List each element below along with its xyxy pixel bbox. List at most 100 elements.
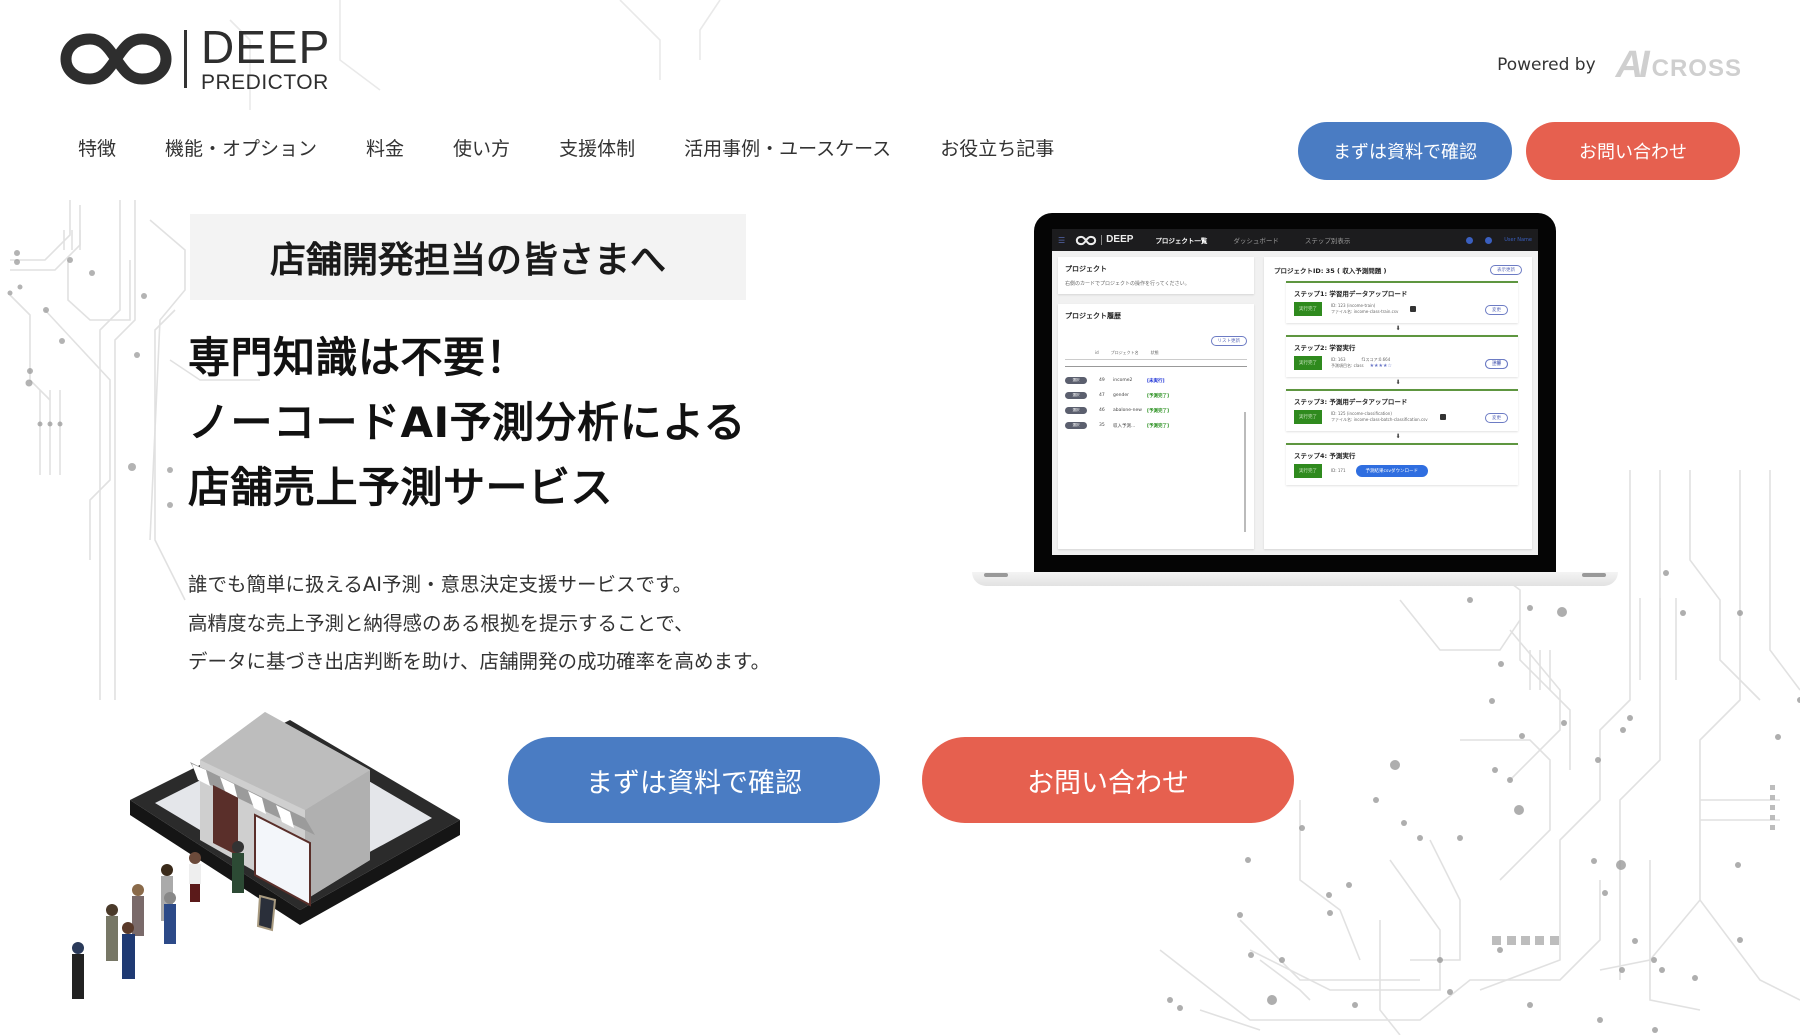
project-card: プロジェクト 右側のカードでプロジェクトの操作を行ってください。	[1058, 257, 1254, 294]
description-line-1: 誰でも簡単に扱えるAI予測・意思決定支援サービスです。	[188, 573, 693, 596]
logo-deep-text: DEEP	[201, 21, 331, 73]
app-tab-projects: プロジェクト一覧	[1155, 237, 1208, 245]
step-action-button: 上書	[1485, 359, 1508, 369]
select-button: 選択	[1065, 392, 1087, 399]
hero-docs-button[interactable]: まずは資料で確認	[508, 737, 880, 823]
row-status: [予測完了]	[1147, 423, 1170, 429]
step-meta: 予測項目名: class	[1331, 363, 1364, 368]
app-navbar: ☰ DEEP プロジェクト一覧 ダッシュボード ステップ別表示 User Nam…	[1052, 229, 1538, 251]
nav-use-cases[interactable]: 活用事例・ユースケース	[684, 134, 891, 161]
nav-features[interactable]: 特徴	[78, 134, 116, 161]
down-arrow-icon: ⬇	[1395, 433, 1401, 440]
step-title: ステップ1: 学習用データアップロード	[1294, 290, 1408, 298]
project-detail: プロジェクトID: 35 ( 収入予測問題 ) 表示更新 ステップ1: 学習用デ…	[1264, 257, 1532, 549]
app-user-name: User Name	[1504, 237, 1532, 243]
main-nav: 特徴 機能・オプション 料金 使い方 支援体制 活用事例・ユースケース お役立ち…	[78, 134, 1103, 161]
history-refresh-button: リスト更新	[1210, 336, 1247, 346]
headline-line-1: 専門知識は不要！	[188, 333, 529, 382]
down-arrow-icon: ⬇	[1395, 379, 1401, 386]
tagline-box: 店舗開発担当の皆さまへ	[190, 214, 746, 300]
app-logo-text: DEEP	[1101, 235, 1133, 245]
help-icon	[1466, 236, 1474, 244]
history-row: 選択 47 gender [予測完了]	[1065, 388, 1247, 403]
app-tab-dashboard: ダッシュボード	[1233, 237, 1279, 245]
step-card: ステップ1: 学習用データアップロード 実行完了 ID: 123 (income…	[1286, 281, 1518, 323]
hero-tagline: 店舗開発担当の皆さまへ	[269, 240, 666, 281]
infinity-logo-icon	[1075, 235, 1097, 245]
history-row: 選択 35 収入予測... [予測完了]	[1065, 418, 1247, 433]
headline-line-3: 店舗売上予測サービス	[188, 463, 614, 512]
nav-support[interactable]: 支援体制	[559, 134, 635, 161]
step-meta: ID: 171	[1331, 468, 1346, 473]
nav-functions-options[interactable]: 機能・オプション	[165, 134, 317, 161]
row-id: 47	[1099, 393, 1105, 398]
project-detail-title: プロジェクトID: 35 ( 収入予測問題 )	[1274, 267, 1387, 275]
hero-contact-button[interactable]: お問い合わせ	[922, 737, 1294, 823]
project-history-card: プロジェクト履歴 リスト更新 id プロジェクト名 状態 選択 49 incom…	[1058, 304, 1254, 549]
step-title: ステップ4: 予測実行	[1294, 452, 1356, 460]
powered-by-label: Powered by	[1497, 55, 1596, 75]
select-button: 選択	[1065, 422, 1087, 429]
laptop-mockup: ☰ DEEP プロジェクト一覧 ダッシュボード ステップ別表示 User Nam…	[1034, 213, 1556, 573]
description-line-2: 高精度な売上予測と納得感のある根拠を提示することで、	[188, 611, 694, 635]
header-docs-button[interactable]: まずは資料で確認	[1298, 122, 1512, 180]
select-button: 選択	[1065, 407, 1087, 414]
logo-predictor-text: PREDICTOR	[201, 71, 329, 94]
nav-articles[interactable]: お役立ち記事	[940, 134, 1054, 161]
row-id: 35	[1099, 423, 1105, 428]
step-card: ステップ4: 予測実行 実行完了 ID: 171 予測結果csvダウンロード	[1286, 443, 1518, 485]
row-name: 収入予測...	[1113, 423, 1136, 429]
select-button: 選択	[1065, 377, 1087, 384]
col-status: 状態	[1150, 350, 1159, 355]
aicross-logo[interactable]: AI CROSS	[1616, 46, 1742, 84]
description-line-3: データに基づき出店判断を助け、店舗開発の成功確率を高めます。	[188, 650, 771, 673]
nav-how-to-use[interactable]: 使い方	[453, 134, 510, 161]
col-project-name: プロジェクト名	[1110, 350, 1139, 355]
row-status: [予測完了]	[1147, 393, 1170, 399]
search-icon	[1439, 414, 1446, 420]
app-logo: DEEP	[1075, 235, 1133, 246]
laptop-base	[972, 572, 1618, 586]
step-status-badge: 実行完了	[1294, 464, 1322, 478]
aicross-cross-text: CROSS	[1651, 55, 1742, 83]
search-icon	[1410, 306, 1417, 312]
history-row: 選択 46 abalone-new [予測完了]	[1065, 403, 1247, 418]
row-name: abalone-new	[1113, 408, 1142, 413]
history-title: プロジェクト履歴	[1065, 312, 1121, 320]
powered-by: Powered by AI CROSS	[1497, 46, 1742, 84]
signboard	[256, 894, 277, 932]
logo-divider	[184, 29, 187, 88]
step-meta: ファイル名: income-class-batch-classification…	[1331, 417, 1428, 422]
app-tab-steps: ステップ別表示	[1304, 237, 1351, 245]
step-meta: ファイル名: income-class-train.csv	[1331, 309, 1399, 314]
col-id: id	[1095, 350, 1099, 355]
step-card: ステップ3: 予測用データアップロード 実行完了 ID: 125 (income…	[1286, 389, 1518, 431]
app-screenshot: ☰ DEEP プロジェクト一覧 ダッシュボード ステップ別表示 User Nam…	[1052, 229, 1538, 555]
down-arrow-icon: ⬇	[1395, 325, 1401, 332]
hero-description: 誰でも簡単に扱えるAI予測・意思決定支援サービスです。 高精度な売上予測と納得感…	[188, 566, 770, 682]
menu-icon: ☰	[1058, 235, 1066, 245]
step-status-badge: 実行完了	[1294, 356, 1322, 370]
settings-icon	[1485, 236, 1493, 244]
nav-pricing[interactable]: 料金	[366, 134, 404, 161]
step-card: ステップ2: 学習実行 実行完了 ID: 163 f1スコア:0.664 予測項目…	[1286, 335, 1518, 377]
project-card-title: プロジェクト	[1065, 265, 1107, 273]
row-status: [未実行]	[1147, 378, 1165, 384]
hero-headline: 専門知識は不要！ ノーコードAI予測分析による 店舗売上予測サービス	[188, 325, 746, 520]
project-card-hint: 右側のカードでプロジェクトの操作を行ってください。	[1065, 281, 1190, 287]
infinity-logo-icon	[60, 32, 172, 85]
headline-line-2: ノーコードAI予測分析による	[188, 398, 746, 447]
history-filter-row	[1065, 359, 1247, 367]
step-title: ステップ3: 予測用データアップロード	[1294, 398, 1408, 406]
step-action-button: 変更	[1485, 305, 1508, 315]
detail-refresh-button: 表示更新	[1490, 265, 1522, 275]
history-scrollbar	[1244, 412, 1246, 532]
row-status: [予測完了]	[1147, 408, 1170, 414]
header-contact-button[interactable]: お問い合わせ	[1526, 122, 1740, 180]
step-status-badge: 実行完了	[1294, 410, 1322, 424]
download-csv-button: 予測結果csvダウンロード	[1355, 465, 1428, 477]
deep-predictor-logo[interactable]: DEEP PREDICTOR	[60, 24, 330, 93]
rating-stars: ★★★★☆	[1369, 363, 1392, 369]
step-status-badge: 実行完了	[1294, 302, 1322, 316]
history-row: 選択 49 income2 [未実行]	[1065, 373, 1247, 388]
